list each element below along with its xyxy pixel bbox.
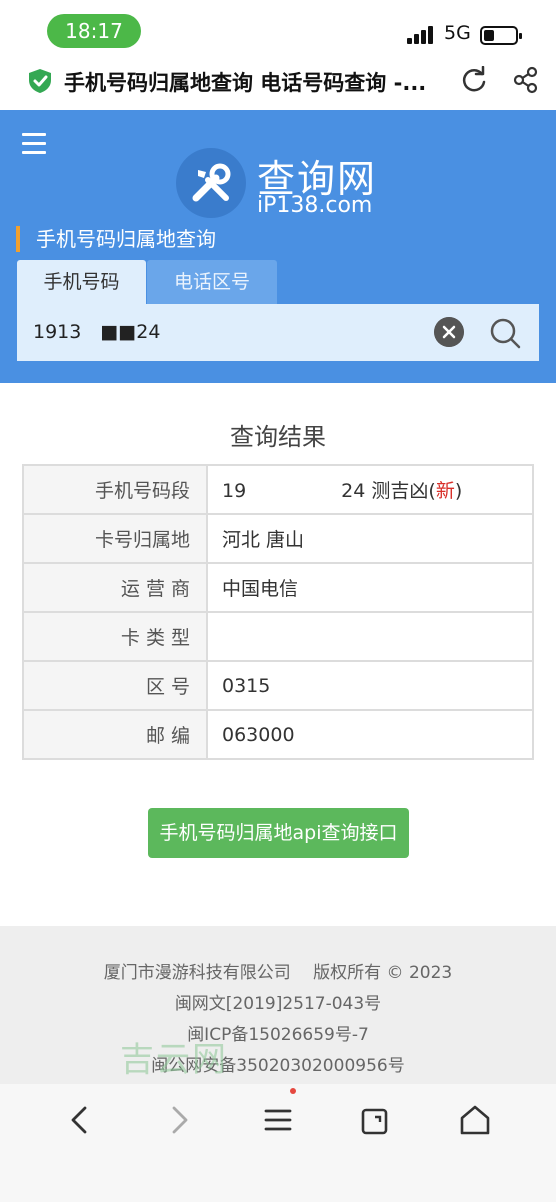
site-header: 查询网 iP138.com 手机号码归属地查询 手机号码 电话区号 (0, 110, 556, 383)
phone-number-input[interactable] (33, 317, 433, 347)
battery-icon (480, 26, 522, 45)
row-value (206, 611, 534, 662)
network-label: 5G (444, 22, 471, 44)
row-label: 区 号 (22, 660, 208, 711)
paren-close: ) (454, 480, 463, 502)
row-label: 卡号归属地 (22, 513, 208, 564)
watermark: 吉云网 (120, 1040, 228, 1080)
page-title[interactable]: 手机号码归属地查询 电话号码查询 -... (64, 67, 456, 97)
row-label: 邮 编 (22, 709, 208, 760)
notification-dot (290, 1088, 296, 1094)
result-title: 查询结果 (230, 423, 326, 451)
logo-subtitle: iP138.com (257, 193, 373, 218)
paren-open: ( (428, 480, 436, 502)
forward-icon[interactable] (161, 1102, 197, 1138)
footer: 厦门市漫游科技有限公司 版权所有 © 2023 闽网文[2019]2517-04… (0, 926, 556, 1084)
tab-area-code[interactable]: 电话区号 (147, 260, 277, 304)
table-row: 手机号码段 19 24 测吉凶(新) (22, 464, 534, 515)
footer-license[interactable]: 闽网文[2019]2517-043号 (0, 989, 556, 1014)
table-row: 邮 编 063000 (22, 709, 534, 760)
row-label: 手机号码段 (22, 464, 208, 515)
search-icon[interactable] (488, 316, 522, 350)
footer-police-record[interactable]: 闽公网安备35020302000956号 (0, 1051, 556, 1076)
shield-check-icon (29, 69, 51, 93)
row-value: 0315 (206, 660, 534, 711)
status-bar: 18:17 5G (0, 0, 556, 52)
reload-icon[interactable] (460, 66, 488, 94)
table-row: 运 营 商 中国电信 (22, 562, 534, 613)
section-title: 手机号码归属地查询 (16, 226, 216, 252)
row-value: 19 24 测吉凶(新) (206, 464, 534, 515)
search-box (17, 304, 539, 361)
tabs-icon[interactable] (358, 1102, 394, 1138)
clear-input-icon[interactable] (434, 317, 464, 347)
row-value: 063000 (206, 709, 534, 760)
wrench-screwdriver-icon (192, 163, 231, 202)
row-label: 卡 类 型 (22, 611, 208, 662)
signal-icon (407, 26, 435, 44)
browser-bottom-nav (0, 1084, 556, 1202)
api-query-button[interactable]: 手机号码归属地api查询接口 (148, 808, 409, 858)
hamburger-menu-icon[interactable] (22, 133, 48, 155)
footer-copyright: 厦门市漫游科技有限公司 版权所有 © 2023 (103, 963, 453, 983)
row-value: 河北 唐山 (206, 513, 534, 564)
table-row: 卡号归属地 河北 唐山 (22, 513, 534, 564)
home-icon[interactable] (457, 1102, 493, 1138)
table-row: 卡 类 型 (22, 611, 534, 662)
result-table: 手机号码段 19 24 测吉凶(新) 卡号归属地 河北 唐山 运 营 商 中国电… (22, 464, 534, 760)
row-label: 运 营 商 (22, 562, 208, 613)
number-segment-value: 19 24 测吉凶 (222, 480, 429, 502)
menu-icon[interactable] (260, 1102, 296, 1138)
share-icon[interactable] (512, 66, 540, 94)
footer-icp[interactable]: 闽ICP备15026659号-7 (0, 1020, 556, 1045)
row-value: 中国电信 (206, 562, 534, 613)
fortune-new-link[interactable]: 新 (436, 480, 455, 502)
back-icon[interactable] (62, 1102, 98, 1138)
table-row: 区 号 0315 (22, 660, 534, 711)
status-time: 18:17 (47, 14, 141, 48)
browser-title-bar: 手机号码归属地查询 电话号码查询 -... (0, 52, 556, 110)
tab-mobile-number[interactable]: 手机号码 (17, 260, 146, 304)
